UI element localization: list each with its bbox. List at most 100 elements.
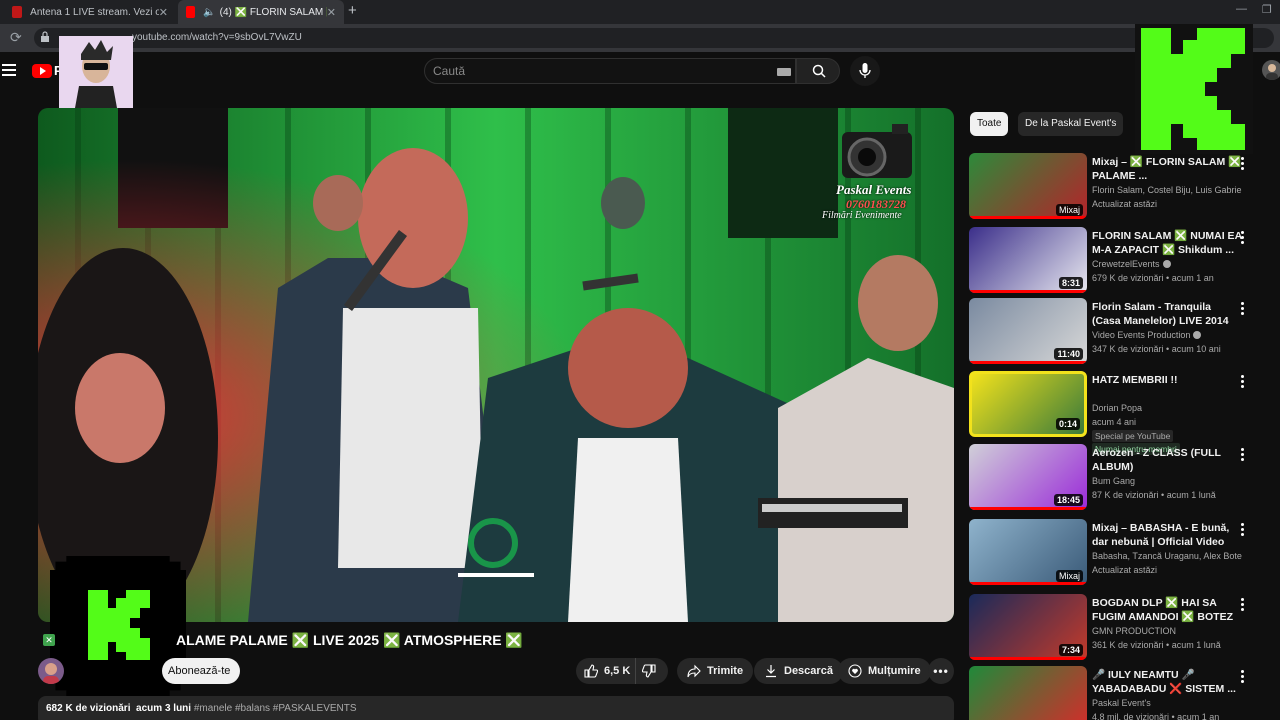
more-actions-button[interactable]: ••• <box>928 658 954 684</box>
recommendation-item[interactable]: 0:14 HATZ MEMBRII !! Dorian Popa acum 4 ani… <box>969 371 1269 455</box>
youtube-logo-icon[interactable] <box>32 64 52 78</box>
recommendation-title[interactable]: 🎤 IULY NEAMTU 🎤 YABADABADU ❌ SISTEM ... <box>1092 668 1242 696</box>
recommendation-meta: 4,8 mil. de vizionări • acum 1 an <box>1092 712 1220 720</box>
new-tab-icon[interactable]: + <box>348 2 357 19</box>
video-description[interactable]: 682 K de vizionări acum 3 luni #manele #… <box>38 696 954 720</box>
recommendation-channel[interactable]: Paskal Event's <box>1092 698 1242 708</box>
duration-badge: 18:45 <box>1053 494 1083 506</box>
share-button[interactable]: Trimite <box>677 658 754 684</box>
more-options-icon[interactable] <box>1241 157 1245 172</box>
recommendation-title[interactable]: BOGDAN DLP ❎ HAI SA FUGIM AMANDOI ❎ BOTE… <box>1092 596 1242 624</box>
omnibox[interactable]: youtube.com/watch?v=9sbOvL7VwZU <box>34 28 1274 48</box>
recommendation-meta: 679 K de vizionări • acum 1 an <box>1092 273 1214 283</box>
recommendation-channel[interactable]: CrewetzelEvents <box>1092 259 1242 269</box>
recommendation-thumbnail[interactable] <box>969 666 1087 720</box>
keyboard-icon[interactable] <box>777 68 791 76</box>
thumbs-down-icon[interactable] <box>642 664 656 678</box>
microphone-icon <box>859 63 871 78</box>
hamburger-menu-icon[interactable] <box>2 64 16 76</box>
title-emoji-icon: ✕ <box>43 634 55 646</box>
minimize-icon[interactable]: — <box>1236 3 1247 15</box>
more-options-icon[interactable] <box>1241 670 1245 685</box>
recommendation-thumbnail[interactable]: 7:34 <box>969 594 1087 660</box>
recommendation-channel[interactable]: Video Events Production <box>1092 330 1242 340</box>
recommendation-item[interactable]: Mixaj Mixaj – BABASHA - E bună, dar nebun… <box>969 519 1269 585</box>
hashtags[interactable]: #manele #balans #PASKALEVENTS <box>194 703 357 714</box>
tab-close-icon[interactable]: ✕ <box>159 6 168 19</box>
upload-age: acum 3 luni <box>136 703 192 714</box>
chip-all[interactable]: Toate <box>970 112 1009 136</box>
antena-favicon-icon <box>12 6 23 18</box>
search-button[interactable] <box>796 58 840 84</box>
recommendation-thumbnail[interactable]: 18:45 <box>969 444 1087 510</box>
download-icon <box>766 665 776 678</box>
recommendation-meta: Actualizat astăzi <box>1092 199 1158 209</box>
recommendation-title[interactable]: Mixaj – BABASHA - E bună, dar nebună | O… <box>1092 521 1242 549</box>
more-options-icon[interactable] <box>1241 448 1245 463</box>
duration-badge: 0:14 <box>1055 418 1080 430</box>
browser-tab-antena[interactable]: Antena 1 LIVE stream. Vezi online ✕ <box>4 0 176 24</box>
watched-progress-bar <box>969 216 1087 219</box>
recommendation-thumbnail[interactable]: 0:14 <box>969 371 1087 437</box>
search-icon <box>812 64 826 78</box>
watched-progress-bar <box>969 657 1087 660</box>
tab-label: Antena 1 LIVE stream. Vezi online <box>30 6 159 18</box>
recommendation-title[interactable]: Florin Salam - Tranquila (Casa Manelelor… <box>1092 300 1242 328</box>
browser-address-bar: ⟳ youtube.com/watch?v=9sbOvL7VwZU <box>0 24 1280 52</box>
duration-badge: 7:34 <box>1058 644 1083 656</box>
recommendation-thumbnail[interactable]: 8:31 <box>969 227 1087 293</box>
recommendation-item[interactable]: 11:40 Florin Salam - Tranquila (Casa Mane… <box>969 298 1269 364</box>
recommendation-channel[interactable]: Florin Salam, Costel Biju, Luis Gabriel … <box>1092 185 1242 195</box>
more-options-icon[interactable] <box>1241 598 1245 613</box>
recommendation-item[interactable]: 18:45 Aerozen - Z CLASS (FULL ALBUM) Bum G… <box>969 444 1269 510</box>
recommendation-thumbnail[interactable]: Mixaj <box>969 153 1087 219</box>
recommendation-channel[interactable]: Babasha, Tzancă Uraganu, Alex Botea și .… <box>1092 551 1242 561</box>
browser-tab-youtube[interactable]: 🔈 (4) ❎ FLORIN SALAM ❎ PAL ✕ <box>178 0 344 24</box>
watched-progress-bar <box>969 361 1087 364</box>
kick-logo-icon <box>1135 24 1253 154</box>
recommendation-thumbnail[interactable]: Mixaj <box>969 519 1087 585</box>
duration-badge: 11:40 <box>1054 348 1083 360</box>
recommendation-item[interactable]: Mixaj Mixaj – ❎ FLORIN SALAM ❎ PALAME ...… <box>969 153 1269 219</box>
recommendation-meta: acum 4 ani <box>1092 417 1137 427</box>
subscribe-button[interactable]: Abonează-te <box>162 658 241 684</box>
recommendation-item[interactable]: 🎤 IULY NEAMTU 🎤 YABADABADU ❌ SISTEM ... P… <box>969 666 1269 720</box>
download-button[interactable]: Descarcă <box>754 658 843 684</box>
more-options-icon[interactable] <box>1241 302 1245 317</box>
recommendation-channel[interactable]: Dorian Popa <box>1092 403 1242 413</box>
watched-progress-bar <box>969 507 1087 510</box>
recommendation-title[interactable]: Aerozen - Z CLASS (FULL ALBUM) <box>1092 446 1242 474</box>
recommendation-title[interactable]: HATZ MEMBRII !! <box>1092 373 1242 387</box>
recommendation-meta: Actualizat astăzi <box>1092 565 1158 575</box>
reload-icon[interactable]: ⟳ <box>10 29 22 46</box>
recommendation-item[interactable]: 7:34 BOGDAN DLP ❎ HAI SA FUGIM AMANDOI ❎ … <box>969 594 1269 660</box>
more-options-icon[interactable] <box>1241 231 1245 246</box>
chip-from-channel[interactable]: De la Paskal Event's <box>1018 112 1124 136</box>
recommendation-title[interactable]: Mixaj – ❎ FLORIN SALAM ❎ PALAME ... <box>1092 155 1242 183</box>
channel-avatar[interactable] <box>38 658 64 684</box>
thanks-button[interactable]: Mulțumire <box>838 658 931 684</box>
voice-search-button[interactable] <box>850 56 880 86</box>
youtube-favicon-icon <box>186 6 196 18</box>
recommendation-channel[interactable]: GMN PRODUCTION <box>1092 626 1242 636</box>
channel-name: CrewetzelEvents <box>1092 259 1160 269</box>
user-avatar[interactable] <box>1262 60 1280 80</box>
search-input[interactable] <box>433 62 763 80</box>
channel-name: Florin Salam, Costel Biju, Luis Gabriel … <box>1092 185 1242 195</box>
speaker-icon[interactable]: 🔈 <box>203 7 215 18</box>
recommendation-thumbnail[interactable]: 11:40 <box>969 298 1087 364</box>
like-dislike-group: 6,5 K <box>576 658 668 684</box>
tab-close-icon[interactable]: ✕ <box>327 6 336 19</box>
more-options-icon[interactable] <box>1241 523 1245 538</box>
recommendation-item[interactable]: 8:31 FLORIN SALAM ❎ NUMAI EA M-A ZAPACIT … <box>969 227 1269 293</box>
recommendation-title[interactable]: FLORIN SALAM ❎ NUMAI EA M-A ZAPACIT ❎ Sh… <box>1092 229 1242 257</box>
more-options-icon[interactable] <box>1241 375 1245 390</box>
like-button[interactable]: 6,5 K <box>576 658 636 684</box>
restore-icon[interactable]: ❐ <box>1262 3 1272 16</box>
recommendation-channel[interactable]: Bum Gang <box>1092 476 1242 486</box>
recommendation-meta: 87 K de vizionări • acum 1 lună <box>1092 490 1216 500</box>
youtube-masthead: P <box>0 52 1280 96</box>
recommendation-meta: 361 K de vizionări • acum 1 lună <box>1092 640 1221 650</box>
view-count: 682 K de vizionări <box>46 703 131 714</box>
verified-icon <box>1193 331 1202 339</box>
